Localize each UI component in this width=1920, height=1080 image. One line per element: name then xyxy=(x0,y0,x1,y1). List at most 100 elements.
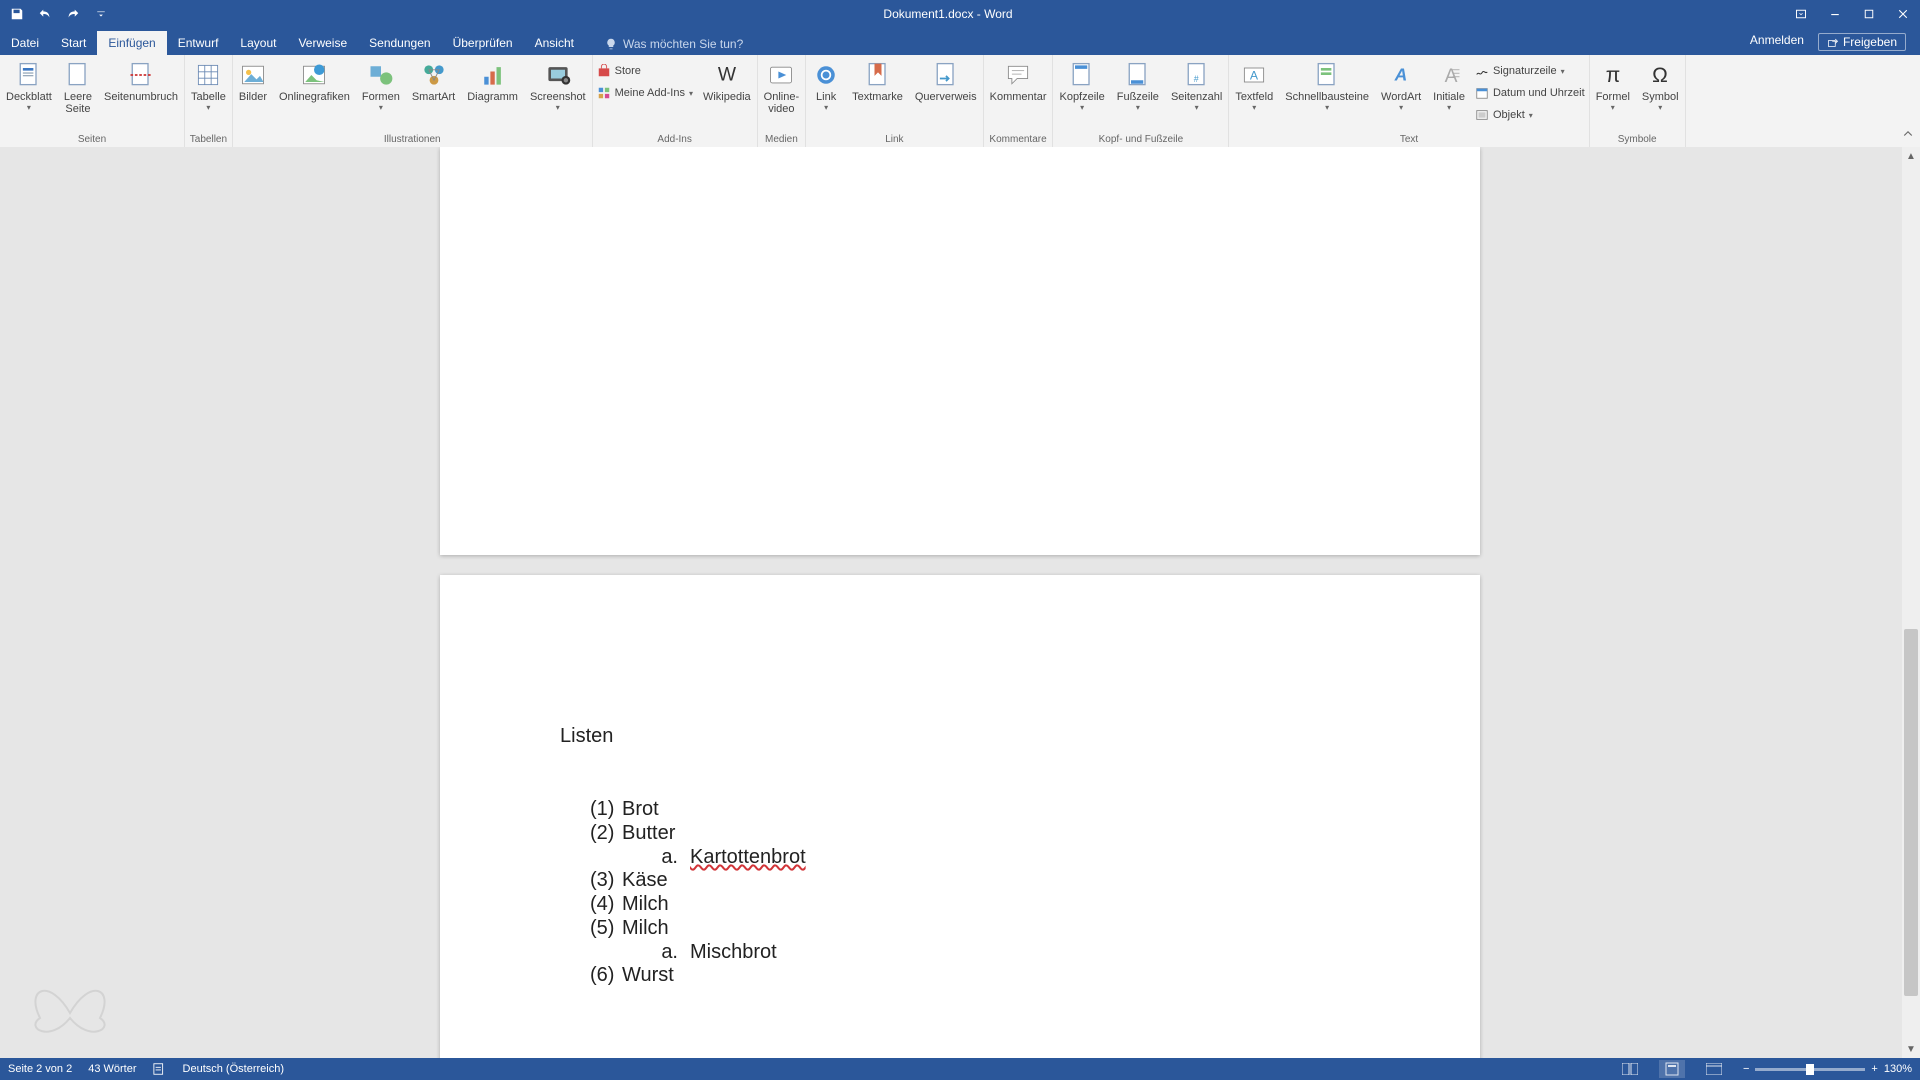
minimize-button[interactable] xyxy=(1818,0,1852,28)
footer-icon xyxy=(1124,61,1152,89)
spellcheck-icon[interactable] xyxy=(153,1062,167,1076)
footer-button[interactable]: Fußzeile▾ xyxy=(1111,59,1165,113)
ribbon-group-tabellen: Tabelle▾Tabellen xyxy=(185,55,233,147)
save-button[interactable] xyxy=(6,3,28,25)
scrollbar-track[interactable] xyxy=(1902,165,1920,1040)
title-bar: Dokument1.docx - Word xyxy=(0,0,1920,28)
datetime-button[interactable]: Datum und Uhrzeit xyxy=(1475,83,1585,103)
crossref-button[interactable]: Querverweis xyxy=(909,59,983,105)
online-pictures-button[interactable]: Onlinegrafiken xyxy=(273,59,356,105)
blank-page-button[interactable]: LeereSeite xyxy=(58,59,98,117)
ribbon-group-link: Link▾TextmarkeQuerverweis Link xyxy=(806,55,984,147)
vertical-scrollbar[interactable]: ▲ ▼ xyxy=(1902,147,1920,1058)
smartart-icon xyxy=(420,61,448,89)
list-item[interactable]: (2)Butter xyxy=(590,822,1360,845)
tab-verweise[interactable]: Verweise xyxy=(287,31,358,55)
symbol-button[interactable]: ΩSymbol▾ xyxy=(1636,59,1685,113)
page-break-button[interactable]: Seitenumbruch xyxy=(98,59,184,105)
pictures-icon xyxy=(239,61,267,89)
tab-datei[interactable]: Datei xyxy=(0,31,50,55)
comment-button[interactable]: Kommentar xyxy=(984,59,1053,105)
word-count[interactable]: 43 Wörter xyxy=(88,1063,136,1075)
scrollbar-thumb[interactable] xyxy=(1904,629,1918,997)
header-button[interactable]: Kopfzeile▾ xyxy=(1053,59,1110,113)
quickparts-icon xyxy=(1313,61,1341,89)
zoom-in-button[interactable]: + xyxy=(1871,1063,1877,1075)
list-item[interactable]: (4)Milch xyxy=(590,893,1360,916)
sub-list[interactable]: a.Mischbrot xyxy=(590,941,1360,964)
list-item[interactable]: (3)Käse xyxy=(590,869,1360,892)
textbox-button[interactable]: ATextfeld▾ xyxy=(1229,59,1279,113)
web-layout-button[interactable] xyxy=(1701,1060,1727,1078)
tab-einfügen[interactable]: Einfügen xyxy=(97,31,166,55)
screenshot-button[interactable]: Screenshot▾ xyxy=(524,59,592,113)
document-area[interactable]: Listen (1)Brot(2)Buttera.Kartottenbrot(3… xyxy=(0,147,1920,1058)
list-item[interactable]: (1)Brot xyxy=(590,798,1360,821)
list-item[interactable]: (6)Wurst xyxy=(590,964,1360,987)
smartart-button[interactable]: SmartArt xyxy=(406,59,461,105)
wordart-button[interactable]: AWordArt▾ xyxy=(1375,59,1427,113)
share-button[interactable]: Freigeben xyxy=(1818,33,1906,51)
read-mode-button[interactable] xyxy=(1617,1060,1643,1078)
ribbon-display-options-button[interactable] xyxy=(1784,0,1818,28)
sign-in-link[interactable]: Anmelden xyxy=(1750,33,1804,51)
svg-text:A: A xyxy=(1250,68,1259,82)
chart-icon xyxy=(479,61,507,89)
zoom-slider-thumb[interactable] xyxy=(1806,1064,1814,1075)
group-label: Link xyxy=(806,134,983,147)
svg-text:W: W xyxy=(718,64,737,85)
sub-list[interactable]: a.Kartottenbrot xyxy=(590,846,1360,869)
cover-page-button[interactable]: Deckblatt▾ xyxy=(0,59,58,113)
list-item[interactable]: a.Mischbrot xyxy=(652,941,1360,964)
document-heading[interactable]: Listen xyxy=(560,725,1360,748)
tab-sendungen[interactable]: Sendungen xyxy=(358,31,441,55)
collapse-ribbon-button[interactable] xyxy=(1902,128,1914,143)
wikipedia-button[interactable]: WWikipedia xyxy=(697,59,757,105)
page-1[interactable] xyxy=(440,147,1480,555)
tab-start[interactable]: Start xyxy=(50,31,97,55)
zoom-control: − + 130% xyxy=(1743,1063,1912,1075)
dropcap-button[interactable]: AInitiale▾ xyxy=(1427,59,1471,113)
maximize-button[interactable] xyxy=(1852,0,1886,28)
group-label: Symbole xyxy=(1590,134,1685,147)
zoom-out-button[interactable]: − xyxy=(1743,1063,1749,1075)
zoom-slider[interactable] xyxy=(1755,1068,1865,1071)
quickparts-button[interactable]: Schnellbausteine▾ xyxy=(1279,59,1375,113)
online-video-button[interactable]: Online-video xyxy=(758,59,805,117)
qat-customize-button[interactable] xyxy=(90,3,112,25)
zoom-level[interactable]: 130% xyxy=(1884,1063,1912,1075)
quick-access-toolbar xyxy=(0,3,112,25)
undo-button[interactable] xyxy=(34,3,56,25)
list-item[interactable]: (5)Milch xyxy=(590,917,1360,940)
addins-button[interactable]: Meine Add-Ins ▾ xyxy=(597,83,693,103)
equation-button[interactable]: πFormel▾ xyxy=(1590,59,1636,113)
page-2[interactable]: Listen (1)Brot(2)Buttera.Kartottenbrot(3… xyxy=(440,575,1480,1058)
chart-button[interactable]: Diagramm xyxy=(461,59,524,105)
table-button[interactable]: Tabelle▾ xyxy=(185,59,232,113)
signature-button[interactable]: Signaturzeile ▾ xyxy=(1475,61,1585,81)
tab-überprüfen[interactable]: Überprüfen xyxy=(442,31,524,55)
numbered-list[interactable]: (1)Brot(2)Buttera.Kartottenbrot(3)Käse(4… xyxy=(560,798,1360,987)
dropcap-icon: A xyxy=(1435,61,1463,89)
redo-button[interactable] xyxy=(62,3,84,25)
language-indicator[interactable]: Deutsch (Österreich) xyxy=(183,1063,284,1075)
scroll-down-button[interactable]: ▼ xyxy=(1902,1040,1920,1058)
object-button[interactable]: Objekt ▾ xyxy=(1475,105,1585,125)
pictures-button[interactable]: Bilder xyxy=(233,59,273,105)
shapes-button[interactable]: Formen▾ xyxy=(356,59,406,113)
page-indicator[interactable]: Seite 2 von 2 xyxy=(8,1063,72,1075)
store-button[interactable]: Store xyxy=(597,61,693,81)
link-button[interactable]: Link▾ xyxy=(806,59,846,113)
svg-text:A: A xyxy=(1394,64,1408,84)
pagenum-button[interactable]: #Seitenzahl▾ xyxy=(1165,59,1228,113)
list-item[interactable]: a.Kartottenbrot xyxy=(652,846,1360,869)
tab-ansicht[interactable]: Ansicht xyxy=(524,31,585,55)
scroll-up-button[interactable]: ▲ xyxy=(1902,147,1920,165)
print-layout-button[interactable] xyxy=(1659,1060,1685,1078)
store-icon xyxy=(597,64,611,78)
tab-entwurf[interactable]: Entwurf xyxy=(167,31,230,55)
close-button[interactable] xyxy=(1886,0,1920,28)
tell-me-search[interactable]: Was möchten Sie tun? xyxy=(605,37,743,55)
bookmark-button[interactable]: Textmarke xyxy=(846,59,909,105)
tab-layout[interactable]: Layout xyxy=(229,31,287,55)
